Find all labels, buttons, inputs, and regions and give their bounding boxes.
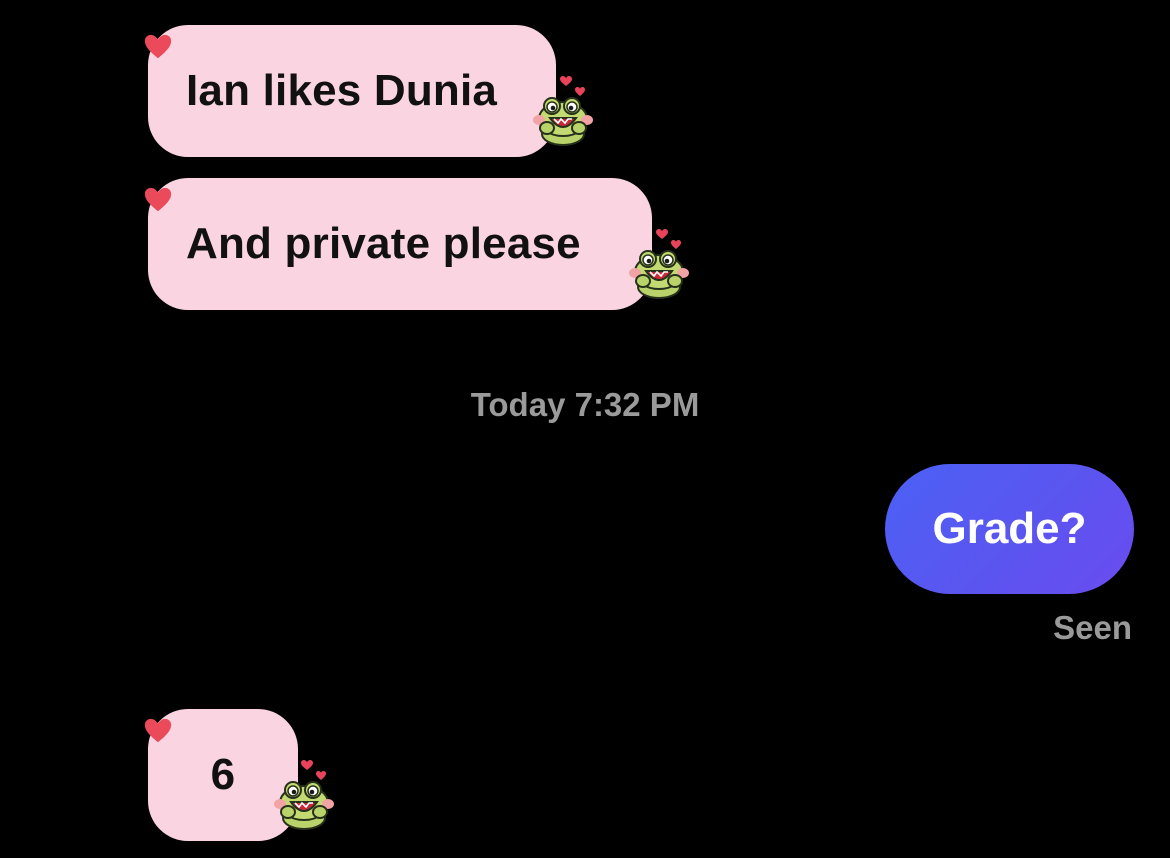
- sent-message-bubble[interactable]: Grade?: [885, 464, 1134, 594]
- message-bubble[interactable]: And private please: [148, 178, 652, 310]
- heart-icon: [143, 185, 173, 215]
- seen-status: Seen: [1053, 609, 1132, 646]
- message-text: And private please: [186, 219, 581, 268]
- frog-sticker-icon: [271, 760, 337, 830]
- message-text: Ian likes Dunia: [186, 66, 498, 115]
- timestamp: Today 7:32 PM: [470, 386, 700, 423]
- message-bubble[interactable]: Ian likes Dunia: [148, 25, 556, 157]
- frog-sticker-icon: [530, 76, 596, 146]
- message-text: 6: [210, 750, 236, 799]
- heart-icon: [143, 716, 173, 746]
- message-text: Grade?: [932, 504, 1087, 553]
- heart-icon: [143, 32, 173, 62]
- frog-sticker-icon: [626, 229, 692, 299]
